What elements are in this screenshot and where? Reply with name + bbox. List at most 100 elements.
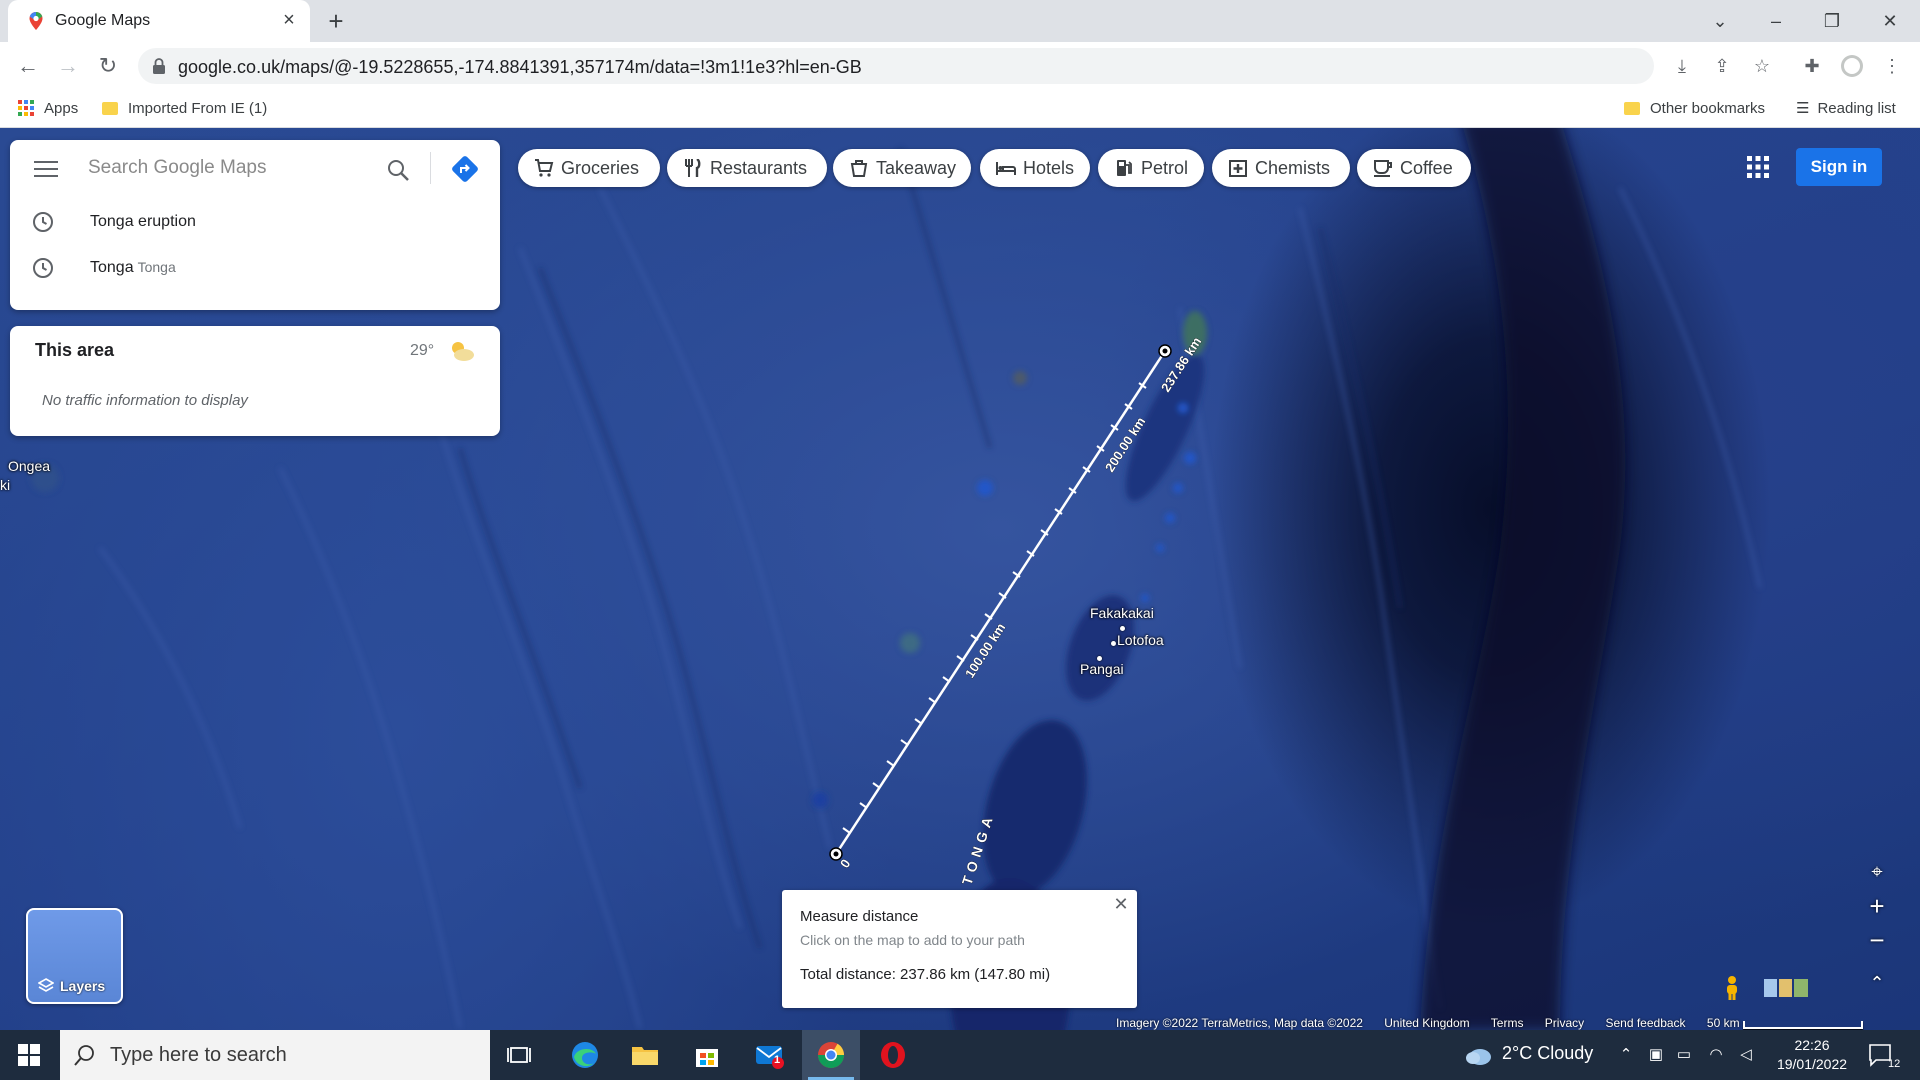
windows-start-icon[interactable] — [18, 1044, 40, 1066]
new-tab-button[interactable]: + — [322, 8, 350, 36]
map-footer: Imagery ©2022 TerraMetrics, Map data ©20… — [1116, 1016, 1881, 1030]
mail-app[interactable]: 1 — [740, 1030, 798, 1080]
chip-label: Coffee — [1400, 158, 1453, 178]
apps-grid-icon — [18, 100, 34, 116]
bookmark-star-icon[interactable]: ☆ — [1750, 54, 1774, 78]
layers-button[interactable]: Layers — [26, 908, 123, 1004]
directions-icon[interactable] — [450, 154, 480, 184]
partly-cloudy-icon — [452, 342, 474, 361]
chip-groceries[interactable]: Groceries — [518, 149, 660, 187]
taskbar-weather[interactable]: 2°C Cloudy — [1502, 1043, 1593, 1067]
measure-label-zero: 0 — [837, 856, 854, 870]
store-icon — [696, 1049, 718, 1067]
other-bookmarks[interactable]: Other bookmarks — [1624, 98, 1765, 120]
pegman-icon[interactable] — [1722, 975, 1742, 1001]
volume-muted-icon[interactable]: ◁ — [1736, 1045, 1756, 1065]
chip-coffee[interactable]: Coffee — [1357, 149, 1471, 187]
privacy-link[interactable]: Privacy — [1545, 1016, 1584, 1030]
place-label-lotofoa[interactable]: Lotofoa — [1117, 632, 1164, 648]
notification-count: 12 — [1888, 1058, 1901, 1070]
task-view-icon — [507, 1047, 531, 1063]
mail-badge: 1 — [774, 1054, 781, 1066]
measure-distance-popup: Measure distance Click on the map to add… — [782, 890, 1137, 1008]
edge-app[interactable] — [556, 1030, 614, 1080]
taskbar-search-placeholder: Type here to search — [110, 1044, 287, 1066]
install-icon[interactable]: ⤓ — [1670, 54, 1694, 78]
tab-close-icon[interactable]: × — [278, 9, 300, 31]
close-icon[interactable]: ✕ — [1111, 894, 1131, 914]
scale-label[interactable]: 50 km — [1707, 1016, 1740, 1030]
tray-expand-icon[interactable]: ⌃ — [1616, 1045, 1636, 1065]
cloud-icon — [1466, 1049, 1491, 1065]
zoom-in-button[interactable]: + — [1862, 891, 1892, 921]
apps-bookmark[interactable]: Apps — [18, 98, 78, 120]
back-button[interactable]: ← — [14, 52, 42, 80]
reload-button[interactable]: ↻ — [94, 52, 122, 80]
other-bookmarks-label: Other bookmarks — [1650, 100, 1766, 117]
country-link[interactable]: United Kingdom — [1384, 1016, 1469, 1030]
file-explorer-app[interactable] — [616, 1030, 674, 1080]
address-bar[interactable]: google.co.uk/maps/@-19.5228655,-174.8841… — [138, 48, 1654, 84]
collapse-icon[interactable]: ⌃ — [1862, 968, 1892, 998]
taskbar-clock[interactable]: 22:26 19/01/2022 — [1770, 1036, 1854, 1074]
chrome-app[interactable] — [802, 1030, 860, 1080]
map-type-thumbnails[interactable] — [1764, 979, 1808, 997]
chip-label: Restaurants — [710, 158, 808, 178]
chrome-icon — [817, 1042, 845, 1069]
area-card-title: This area — [35, 340, 115, 360]
browser-tab[interactable]: Google Maps × — [8, 0, 310, 42]
chip-petrol[interactable]: Petrol — [1098, 149, 1204, 187]
extensions-icon[interactable]: ✚ — [1800, 54, 1824, 78]
wifi-icon[interactable]: ◠ — [1706, 1045, 1726, 1065]
recent-search-item[interactable]: Tonga Tonga — [10, 246, 500, 290]
coffee-cup-icon — [1374, 160, 1392, 177]
my-location-icon[interactable]: ⌖ — [1862, 857, 1892, 887]
measure-total: Total distance: 237.86 km (147.80 mi) — [800, 966, 1051, 983]
task-view-button[interactable] — [490, 1030, 548, 1080]
search-input[interactable] — [88, 150, 378, 186]
forward-button[interactable]: → — [54, 52, 82, 80]
measure-title: Measure distance — [800, 908, 919, 925]
sign-in-button[interactable]: Sign in — [1796, 148, 1882, 186]
taskbar-search-box[interactable]: Type here to search — [60, 1030, 490, 1080]
takeaway-icon — [850, 160, 868, 177]
layers-label: Layers — [60, 978, 106, 994]
terms-link[interactable]: Terms — [1491, 1016, 1524, 1030]
battery-icon[interactable]: ▭ — [1674, 1045, 1694, 1065]
place-dot-lotofoa — [1111, 641, 1116, 646]
recent-search-item[interactable]: Tonga eruption — [10, 200, 500, 244]
folder-icon — [1624, 102, 1640, 115]
share-icon[interactable]: ⇪ — [1710, 54, 1734, 78]
opera-app[interactable] — [864, 1030, 922, 1080]
history-icon — [33, 258, 53, 278]
browser-menu-icon[interactable]: ⋮ — [1880, 54, 1904, 78]
tab-search-icon[interactable]: ⌄ — [1700, 6, 1740, 36]
chip-chemists[interactable]: Chemists — [1212, 149, 1350, 187]
map-canvas[interactable]: 237.86 km 200.00 km 100.00 km 0 TONGA On… — [0, 128, 1920, 1030]
place-label-fakakakai[interactable]: Fakakakai — [1090, 605, 1154, 621]
chip-restaurants[interactable]: Restaurants — [667, 149, 827, 187]
fork-knife-icon — [685, 159, 701, 177]
bookmarks-bar: Apps Imported From IE (1) Other bookmark… — [0, 90, 1920, 128]
google-apps-icon[interactable] — [1746, 155, 1770, 179]
chip-takeaway[interactable]: Takeaway — [833, 149, 971, 187]
profile-avatar[interactable] — [1840, 54, 1864, 78]
place-label-ongea[interactable]: Ongea — [8, 458, 50, 474]
reading-list[interactable]: ☰ Reading list — [1796, 98, 1896, 120]
store-app[interactable] — [678, 1030, 736, 1080]
bed-icon — [996, 162, 1016, 175]
chip-hotels[interactable]: Hotels — [980, 149, 1090, 187]
clock-date: 19/01/2022 — [1776, 1056, 1848, 1072]
place-label-ki[interactable]: ki — [0, 477, 10, 493]
meet-now-icon[interactable]: ▣ — [1646, 1045, 1666, 1065]
search-icon[interactable] — [386, 158, 410, 182]
menu-icon[interactable] — [32, 156, 60, 180]
minimize-button[interactable]: – — [1756, 6, 1796, 36]
imported-folder-bookmark[interactable]: Imported From IE (1) — [102, 98, 267, 120]
feedback-link[interactable]: Send feedback — [1605, 1016, 1685, 1030]
close-window-button[interactable]: ✕ — [1870, 6, 1910, 36]
restore-button[interactable]: ❐ — [1812, 6, 1852, 36]
zoom-out-button[interactable]: − — [1862, 925, 1892, 955]
this-area-card: This area 29° No traffic information to … — [10, 326, 500, 436]
place-label-pangai[interactable]: Pangai — [1080, 661, 1124, 677]
